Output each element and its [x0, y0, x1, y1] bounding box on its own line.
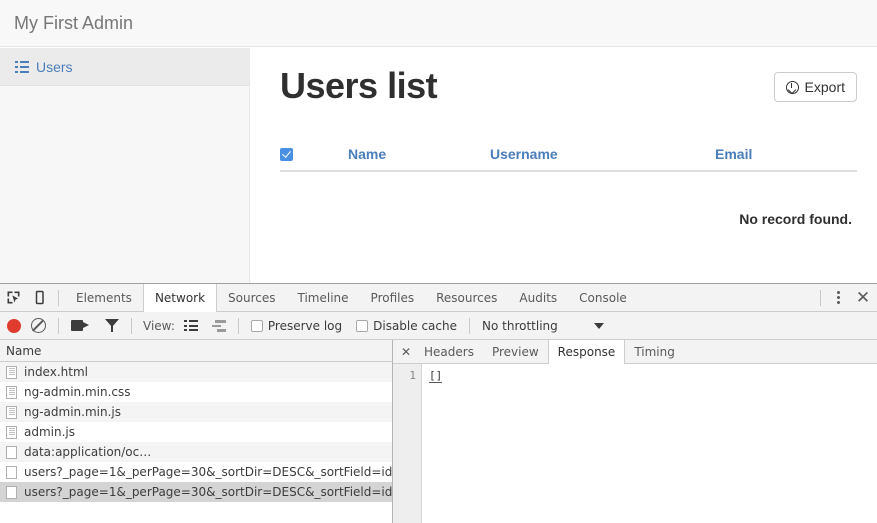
toolbar-separator-3: [238, 318, 239, 334]
main-content: Users list Export Name Username Email No…: [250, 48, 877, 283]
table-row[interactable]: users?_page=1&_perPage=30&_sortDir=DESC&…: [0, 462, 392, 482]
users-table: Name Username Email: [280, 138, 857, 172]
view-list-icon[interactable]: [184, 320, 198, 331]
request-name: ng-admin.min.js: [24, 405, 121, 419]
sidebar: Users: [0, 48, 250, 283]
select-all-checkbox[interactable]: [280, 148, 293, 161]
export-button[interactable]: Export: [774, 72, 857, 102]
document-lined-icon: [6, 366, 17, 379]
record-circle-icon[interactable]: [7, 319, 21, 333]
request-detail-panel: ✕ Headers Preview Response Timing 1 []: [393, 340, 877, 523]
table-header-select: [280, 148, 348, 161]
toolbar-separator-2: [131, 318, 132, 334]
kebab-menu-icon[interactable]: [827, 285, 849, 311]
tab-console[interactable]: Console: [568, 284, 638, 311]
table-row[interactable]: ng-admin.min.js: [0, 402, 392, 422]
tab-preview[interactable]: Preview: [483, 340, 548, 363]
response-body: 1 []: [393, 364, 877, 523]
document-lined-icon: [6, 386, 17, 399]
chevron-down-icon: [594, 323, 604, 329]
detail-close-icon[interactable]: ✕: [397, 341, 415, 363]
empty-state-message: No record found.: [739, 211, 852, 227]
table-row[interactable]: users?_page=1&_perPage=30&_sortDir=DESC&…: [0, 482, 392, 502]
table-row[interactable]: admin.js: [0, 422, 392, 442]
document-lined-icon: [6, 426, 17, 439]
request-name: admin.js: [24, 425, 75, 439]
code-line-text: []: [429, 369, 442, 383]
app-header: My First Admin: [0, 0, 877, 47]
tab-timeline[interactable]: Timeline: [287, 284, 360, 311]
tab-network[interactable]: Network: [143, 284, 217, 312]
document-blank-icon: [6, 466, 17, 479]
devtools-body: Name index.html ng-admin.min.css ng-admi…: [0, 340, 877, 523]
preserve-log-box: [251, 320, 263, 332]
network-request-list: Name index.html ng-admin.min.css ng-admi…: [0, 340, 393, 523]
preserve-log-label: Preserve log: [268, 319, 342, 333]
toolbar-separator-right: [820, 290, 821, 306]
toolbar-separator-4: [469, 318, 470, 334]
tab-response[interactable]: Response: [548, 340, 626, 364]
view-label: View:: [143, 319, 175, 333]
app-brand-title: My First Admin: [14, 11, 133, 35]
table-header-username[interactable]: Username: [490, 146, 715, 162]
page-title: Users list: [280, 64, 437, 108]
network-list-column-header[interactable]: Name: [0, 340, 392, 362]
request-name: users?_page=1&_perPage=30&_sortDir=DESC&…: [24, 465, 392, 479]
toolbar-separator: [58, 290, 59, 306]
tab-resources[interactable]: Resources: [425, 284, 508, 311]
disable-cache-box: [356, 320, 368, 332]
line-number: 1: [393, 368, 421, 383]
admin-app: My First Admin Users Users list Export N…: [0, 0, 877, 283]
inspect-element-icon[interactable]: [0, 285, 26, 311]
request-name: ng-admin.min.css: [24, 385, 131, 399]
tab-profiles[interactable]: Profiles: [360, 284, 426, 311]
tab-sources[interactable]: Sources: [217, 284, 286, 311]
camera-icon[interactable]: [71, 320, 89, 331]
device-toolbar-icon[interactable]: [26, 285, 52, 311]
export-button-label: Export: [805, 79, 845, 95]
sidebar-item-label: Users: [36, 58, 73, 76]
table-row[interactable]: data:application/oc…: [0, 442, 392, 462]
tab-timing[interactable]: Timing: [625, 340, 684, 363]
request-name: users?_page=1&_perPage=30&_sortDir=DESC&…: [24, 485, 392, 499]
detail-tabbar: ✕ Headers Preview Response Timing: [393, 340, 877, 364]
download-circle-icon: [786, 81, 799, 94]
request-name: index.html: [24, 365, 88, 379]
disable-cache-checkbox[interactable]: Disable cache: [356, 319, 457, 333]
tab-headers[interactable]: Headers: [415, 340, 483, 363]
document-blank-icon: [6, 446, 17, 459]
filter-funnel-icon[interactable]: [105, 319, 119, 332]
document-lined-icon: [6, 406, 17, 419]
clear-no-entry-icon[interactable]: [31, 318, 46, 333]
close-icon[interactable]: ✕: [849, 285, 877, 311]
response-code-area[interactable]: []: [422, 364, 877, 523]
table-row[interactable]: ng-admin.min.css: [0, 382, 392, 402]
list-icon: [15, 61, 29, 73]
table-row[interactable]: index.html: [0, 362, 392, 382]
line-number-gutter: 1: [393, 364, 422, 523]
table-header-row: Name Username Email: [280, 138, 857, 172]
table-header-email[interactable]: Email: [715, 146, 855, 162]
devtools-panel: Elements Network Sources Timeline Profil…: [0, 283, 877, 523]
devtools-tabbar-right: ✕: [814, 284, 877, 311]
table-header-name[interactable]: Name: [348, 146, 490, 162]
code-line: []: [429, 368, 877, 383]
disable-cache-label: Disable cache: [373, 319, 457, 333]
document-blank-icon: [6, 486, 17, 499]
devtools-tabbar: Elements Network Sources Timeline Profil…: [0, 284, 877, 312]
view-waterfall-icon[interactable]: [212, 320, 226, 331]
preserve-log-checkbox[interactable]: Preserve log: [251, 319, 342, 333]
request-name: data:application/oc…: [24, 445, 151, 459]
throttling-dropdown[interactable]: No throttling: [482, 319, 604, 333]
throttling-value: No throttling: [482, 319, 558, 333]
sidebar-item-users[interactable]: Users: [0, 48, 249, 86]
tab-audits[interactable]: Audits: [508, 284, 568, 311]
network-toolbar: View: Preserve log Disable cache No thro…: [0, 312, 877, 340]
toolbar-separator-1: [58, 318, 59, 334]
tab-elements[interactable]: Elements: [65, 284, 143, 311]
